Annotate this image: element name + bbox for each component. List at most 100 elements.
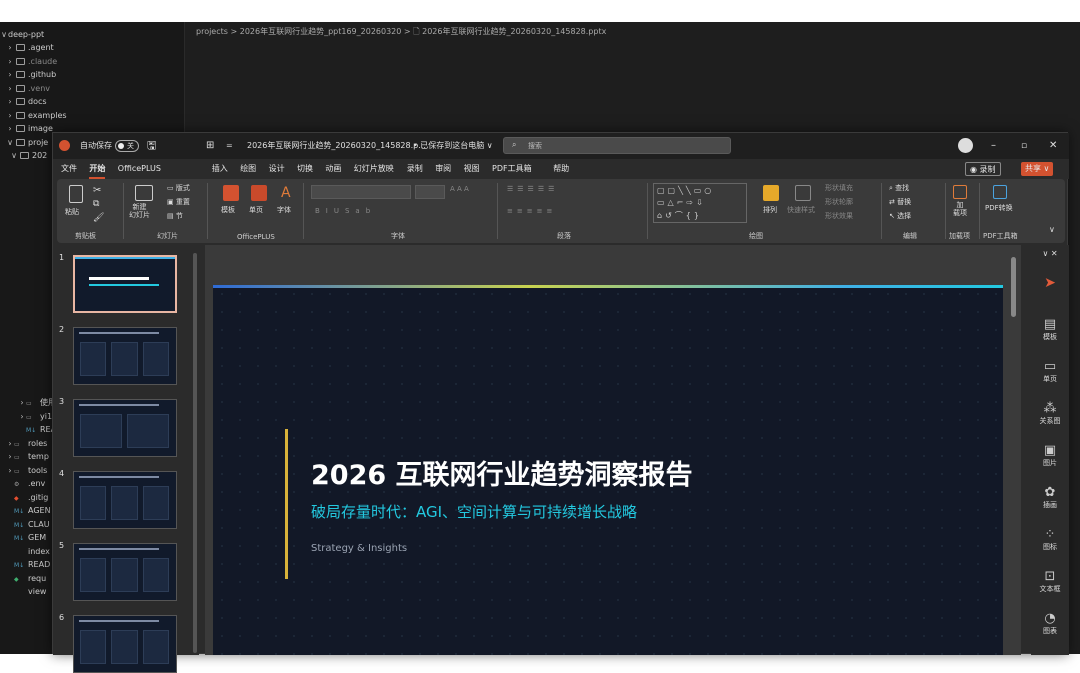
find-button[interactable]: ⌕ 查找 [889, 183, 909, 193]
present-icon[interactable]: ⊞ [206, 133, 214, 159]
side-panel-item[interactable]: ▤ 模板 [1031, 317, 1069, 342]
customize-icon[interactable]: = [226, 133, 233, 159]
layout-label: 版式 [175, 184, 190, 192]
side-panel-item[interactable]: ⁘ 图标 [1031, 527, 1069, 552]
side-panel-icon: ▭ [1043, 359, 1057, 374]
slide-thumbnail[interactable] [73, 543, 177, 601]
copy-icon[interactable]: ⧉ [93, 199, 99, 209]
list-buttons[interactable]: ☰☰☰☰☰ [507, 185, 558, 193]
shape-outline-button[interactable]: 形状轮廓 [825, 197, 853, 207]
reset-button[interactable]: ▣ 重置 [167, 197, 190, 207]
tree-item-folder[interactable]: › docs [0, 95, 185, 108]
align-buttons[interactable]: ≡≡≡≡≡ [507, 207, 556, 215]
menu-item[interactable]: 绘图 [240, 159, 256, 179]
format-painter-icon[interactable]: 🖌 [93, 213, 104, 223]
side-panel-label: 关系图 [1039, 417, 1061, 425]
explorer-root[interactable]: ∨deep-ppt [0, 28, 185, 41]
menu-item[interactable]: 视图 [464, 159, 480, 179]
menu-item[interactable]: 帮助 [553, 159, 569, 179]
menu-item[interactable]: 录制 [407, 159, 423, 179]
slide-canvas[interactable]: 2026 互联网行业趋势洞察报告 破局存量时代：AGI、空间计算与可持续增长战略… [213, 285, 1003, 655]
toggle-knob [118, 143, 124, 149]
addin-icon[interactable] [953, 185, 967, 199]
font-button[interactable]: 字体 [277, 205, 291, 215]
template-icon[interactable] [223, 185, 239, 201]
shape-fill-button[interactable]: 形状填充 [825, 183, 853, 193]
template-button[interactable]: 模板 [221, 205, 235, 215]
slide-thumbnail[interactable] [73, 255, 177, 313]
quick-styles-icon[interactable] [795, 185, 811, 201]
search-placeholder: 搜索 [528, 142, 542, 150]
slide-thumbnail[interactable] [73, 327, 177, 385]
menu-item[interactable]: 文件 [61, 159, 77, 179]
tree-item-label: yi1 [40, 411, 53, 421]
search-box[interactable]: ⌕ 搜索 [503, 137, 731, 154]
chevron-down-icon: ∨ [1, 30, 7, 39]
menu-item[interactable]: 切换 [297, 159, 313, 179]
paste-button[interactable]: 粘贴 [65, 207, 79, 217]
slide-thumbnail[interactable] [73, 399, 177, 457]
font-icon[interactable]: A [281, 185, 291, 201]
folder-icon [16, 71, 25, 78]
thumbnails-scrollbar[interactable] [193, 253, 197, 653]
menu-item[interactable]: 设计 [269, 159, 285, 179]
tree-item-folder[interactable]: › examples [0, 109, 185, 122]
replace-button[interactable]: ⇄ 替换 [889, 197, 911, 207]
menu-item[interactable]: PDF工具箱 [492, 159, 532, 179]
new-slide-icon[interactable] [135, 185, 153, 201]
slide-scrollbar[interactable] [1011, 257, 1016, 317]
side-panel-item[interactable]: ⁂ 关系图 [1031, 401, 1069, 426]
menu-item[interactable]: 幻灯片放映 [354, 159, 394, 179]
side-panel-controls[interactable]: ∨ ✕ [1031, 249, 1069, 258]
side-panel-item[interactable]: ◔ 图表 [1031, 611, 1069, 636]
grow-font-icon[interactable]: A A A [450, 185, 469, 193]
slide-thumbnail[interactable] [73, 615, 177, 673]
side-panel-item[interactable]: ▭ 单页 [1031, 359, 1069, 384]
arrange-icon[interactable] [763, 185, 779, 201]
side-panel-item[interactable]: ▣ 图片 [1031, 443, 1069, 468]
menu-item[interactable]: 动画 [325, 159, 341, 179]
font-format-buttons[interactable]: BIUSab [315, 207, 376, 215]
autosave-toggle[interactable]: 关 [115, 140, 139, 152]
new-slide-button[interactable]: 新建 幻灯片 [129, 203, 150, 219]
shape-effect-button[interactable]: 形状效果 [825, 211, 853, 221]
save-icon[interactable]: 🖫 [147, 133, 156, 159]
menu-item[interactable]: 审阅 [435, 159, 451, 179]
close-icon[interactable]: ✕ [1049, 133, 1057, 159]
title-bar: 自动保存 关 🖫 ⊞ = 2026年互联网行业趋势_20260320_14582… [53, 133, 1069, 159]
section-button[interactable]: ▤ 节 [167, 211, 183, 221]
account-avatar[interactable] [958, 138, 973, 153]
menu-item[interactable]: 开始 [89, 159, 106, 179]
tree-item-folder[interactable]: › .agent [0, 41, 185, 54]
single-page-icon[interactable] [251, 185, 267, 201]
arrange-button[interactable]: 排列 [763, 205, 777, 215]
side-panel-item[interactable]: ✿ 插画 [1031, 485, 1069, 510]
collapse-ribbon-icon[interactable]: ∨ [1049, 225, 1055, 234]
layout-button[interactable]: ▭ 版式 [167, 183, 190, 193]
slide-thumbnail[interactable] [73, 471, 177, 529]
minimize-icon[interactable]: – [991, 133, 996, 159]
tree-item-folder[interactable]: › .claude [0, 55, 185, 68]
chevron-right-icon: › [8, 110, 12, 120]
side-panel-item[interactable]: ⊡ 文本框 [1031, 569, 1069, 594]
menu-item[interactable]: 插入 [212, 159, 228, 179]
pdf-convert-button[interactable]: PDF转换 [985, 203, 1013, 213]
tree-item-folder[interactable]: › .venv [0, 82, 185, 95]
font-family-select[interactable] [311, 185, 411, 199]
save-status[interactable]: • 已保存到这台电脑 ∨ [413, 133, 493, 159]
record-button[interactable]: ◉ 录制 [965, 162, 1001, 176]
cut-icon[interactable]: ✂ [93, 185, 101, 196]
select-button[interactable]: ↖ 选择 [889, 211, 911, 221]
share-button[interactable]: 共享 ∨ [1021, 162, 1054, 176]
breadcrumb[interactable]: projects > 2026年互联网行业趋势_ppt169_20260320 … [196, 26, 606, 40]
quick-styles-button[interactable]: 快速样式 [787, 205, 815, 215]
pdf-icon[interactable] [993, 185, 1007, 199]
maximize-icon[interactable]: ▫ [1021, 133, 1027, 159]
menu-item[interactable]: OfficePLUS [118, 159, 161, 179]
paste-icon[interactable] [69, 185, 83, 203]
font-size-select[interactable] [415, 185, 445, 199]
single-page-button[interactable]: 单页 [249, 205, 263, 215]
tree-item-folder[interactable]: › .github [0, 68, 185, 81]
addin-button[interactable]: 加 载项 [953, 201, 967, 217]
shapes-gallery[interactable]: ▢▢╲╲▭○ ▭△⌐⇨⇩ ⌂↺⌒{} [653, 183, 747, 223]
